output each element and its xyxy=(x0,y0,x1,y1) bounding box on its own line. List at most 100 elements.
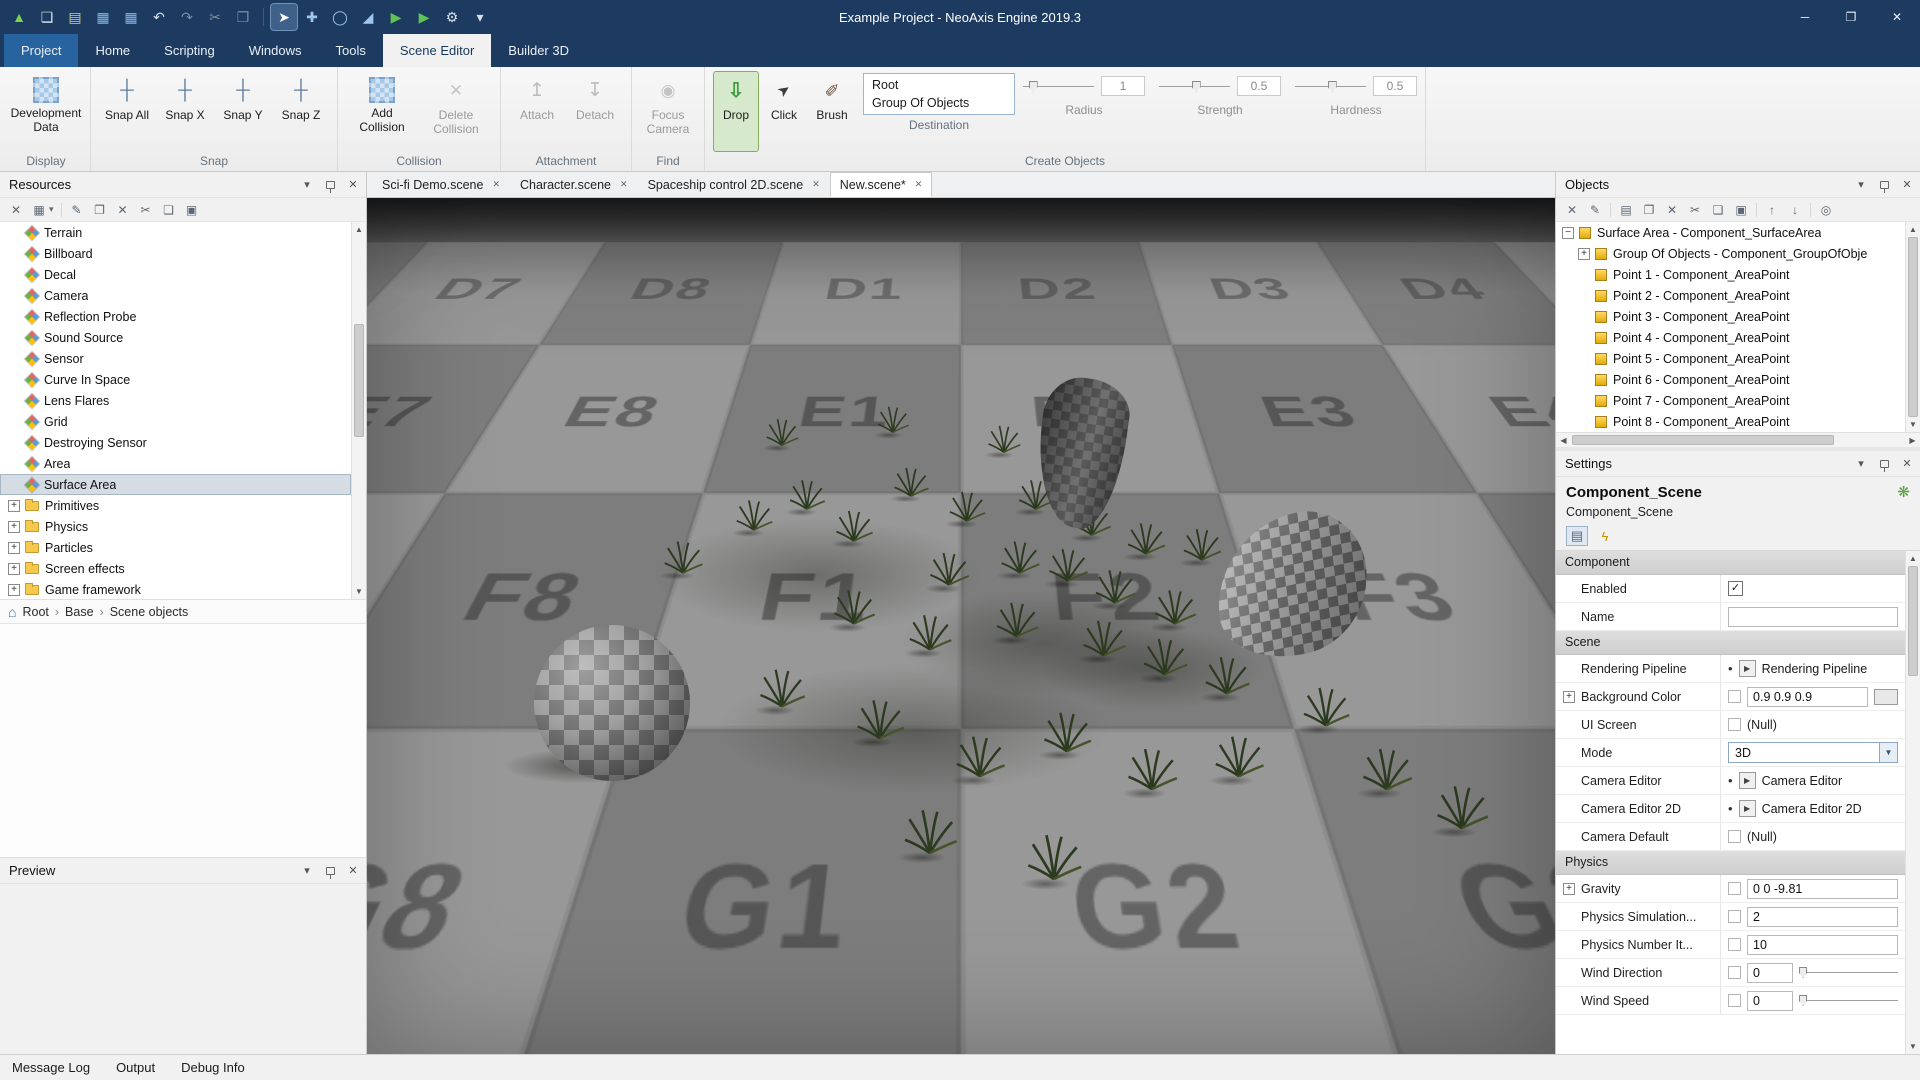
resources-item-surface-area[interactable]: Surface Area xyxy=(0,474,351,495)
objects-item-point-1-component-areapoint[interactable]: Point 1 - Component_AreaPoint xyxy=(1556,264,1905,285)
expander-icon[interactable]: − xyxy=(1562,227,1574,239)
tab-close-icon[interactable]: ✕ xyxy=(492,179,500,190)
resources-item-reflection-probe[interactable]: Reflection Probe xyxy=(0,306,351,327)
select-tool-icon[interactable]: ➤ xyxy=(271,4,297,30)
reference-button[interactable]: ▶ xyxy=(1739,772,1756,789)
value-box[interactable] xyxy=(1728,882,1741,895)
view-mode-icon[interactable]: ▦ xyxy=(31,202,47,218)
status-tab-output[interactable]: Output xyxy=(116,1060,155,1075)
scene-tab-character-scene[interactable]: Character.scene✕ xyxy=(510,172,638,197)
panel-menu-icon[interactable]: ▾ xyxy=(300,864,314,878)
resources-item-primitives[interactable]: +Primitives xyxy=(0,495,351,516)
cut-icon[interactable]: ✂ xyxy=(202,4,228,30)
resources-item-decal[interactable]: Decal xyxy=(0,264,351,285)
pin-icon[interactable] xyxy=(323,178,337,192)
value-input[interactable] xyxy=(1728,607,1898,627)
value-input[interactable]: 2 xyxy=(1747,907,1898,927)
value-input[interactable]: 0 xyxy=(1747,963,1793,983)
panel-close-icon[interactable]: ✕ xyxy=(1900,457,1914,471)
color-swatch[interactable] xyxy=(1874,689,1898,705)
reference-button[interactable]: ▶ xyxy=(1739,660,1756,677)
tab-close-icon[interactable]: ✕ xyxy=(620,179,628,190)
slider-value-box[interactable]: 0.5 xyxy=(1237,76,1281,96)
panel-close-icon[interactable]: ✕ xyxy=(1900,178,1914,192)
slider-value-box[interactable]: 0.5 xyxy=(1373,76,1417,96)
objects-item-surface-area-component-surfacearea[interactable]: −Surface Area - Component_SurfaceArea xyxy=(1556,222,1905,243)
objects-item-point-4-component-areapoint[interactable]: Point 4 - Component_AreaPoint xyxy=(1556,327,1905,348)
dropdown-arrow-icon[interactable]: ▾ xyxy=(49,204,54,215)
menu-tab-builder-3d[interactable]: Builder 3D xyxy=(491,34,586,67)
value-box[interactable] xyxy=(1728,718,1741,731)
scroll-left-icon[interactable]: ◀ xyxy=(1556,433,1571,447)
snap-y-button[interactable]: Snap Y xyxy=(215,71,271,152)
expander-icon[interactable]: + xyxy=(1563,883,1575,895)
panel-menu-icon[interactable]: ▾ xyxy=(1854,178,1868,192)
filter-icon[interactable]: ✕ xyxy=(1564,202,1580,218)
click-button[interactable]: Click xyxy=(761,71,807,152)
menu-tab-scene-editor[interactable]: Scene Editor xyxy=(383,34,491,67)
new-file-icon[interactable]: ❏ xyxy=(34,4,60,30)
breadcrumb-root[interactable]: Root xyxy=(22,605,48,619)
slider-handle[interactable] xyxy=(1328,81,1337,93)
objects-item-group-of-objects-component-groupofobje[interactable]: +Group Of Objects - Component_GroupOfObj… xyxy=(1556,243,1905,264)
objects-item-point-5-component-areapoint[interactable]: Point 5 - Component_AreaPoint xyxy=(1556,348,1905,369)
color-value[interactable]: 0.9 0.9 0.9 xyxy=(1747,687,1868,707)
close-button[interactable]: ✕ xyxy=(1874,0,1920,34)
list-icon[interactable]: ▤ xyxy=(1618,202,1634,218)
objects-item-point-3-component-areapoint[interactable]: Point 3 - Component_AreaPoint xyxy=(1556,306,1905,327)
panel-close-icon[interactable]: ✕ xyxy=(346,864,360,878)
resources-item-lens-flares[interactable]: Lens Flares xyxy=(0,390,351,411)
settings-scrollbar[interactable]: ▲ ▼ xyxy=(1905,551,1920,1054)
expander-icon[interactable]: + xyxy=(1563,691,1575,703)
maximize-button[interactable]: ❐ xyxy=(1828,0,1874,34)
objects-item-point-8-component-areapoint[interactable]: Point 8 - Component_AreaPoint xyxy=(1556,411,1905,432)
objects-scrollbar[interactable]: ▲ ▼ xyxy=(1905,222,1920,432)
expander-icon[interactable]: + xyxy=(8,542,20,554)
delete-icon[interactable]: ✕ xyxy=(1664,202,1680,218)
home-icon[interactable]: ⌂ xyxy=(8,604,16,620)
cut-icon[interactable]: ✂ xyxy=(138,202,154,218)
redo-icon[interactable]: ↷ xyxy=(174,4,200,30)
slider-track[interactable] xyxy=(1799,1000,1898,1001)
value-input[interactable]: 0 0 -9.81 xyxy=(1747,879,1898,899)
delete-collision-button[interactable]: Delete Collision xyxy=(420,71,492,152)
slider-track[interactable] xyxy=(1295,86,1366,87)
move-down-icon[interactable]: ↓ xyxy=(1787,202,1803,218)
open-project-icon[interactable]: ▤ xyxy=(62,4,88,30)
resources-item-game-framework[interactable]: +Game framework xyxy=(0,579,351,600)
value-box[interactable] xyxy=(1728,966,1741,979)
expander-icon[interactable]: + xyxy=(8,521,20,533)
value-box[interactable] xyxy=(1728,910,1741,923)
rotate-tool-icon[interactable]: ◯ xyxy=(327,4,353,30)
status-tab-message-log[interactable]: Message Log xyxy=(12,1060,90,1075)
copy-icon[interactable]: ❐ xyxy=(230,4,256,30)
snap-all-button[interactable]: Snap All xyxy=(99,71,155,152)
menu-tab-tools[interactable]: Tools xyxy=(318,34,382,67)
pin-icon[interactable] xyxy=(1877,457,1891,471)
status-tab-debug-info[interactable]: Debug Info xyxy=(181,1060,245,1075)
resources-item-screen-effects[interactable]: +Screen effects xyxy=(0,558,351,579)
resources-item-physics[interactable]: +Physics xyxy=(0,516,351,537)
clone-icon[interactable]: ❐ xyxy=(92,202,108,218)
scrollbar-thumb[interactable] xyxy=(1572,435,1834,445)
clone-icon[interactable]: ❐ xyxy=(1641,202,1657,218)
scene-objects-list-area[interactable] xyxy=(0,624,366,858)
expander-icon[interactable]: + xyxy=(8,500,20,512)
objects-hscrollbar[interactable]: ◀ ▶ xyxy=(1556,432,1920,447)
detach-button[interactable]: Detach xyxy=(567,71,623,152)
expander-icon[interactable]: + xyxy=(8,563,20,575)
value-box[interactable] xyxy=(1728,938,1741,951)
value-box[interactable] xyxy=(1728,690,1741,703)
play-icon[interactable]: ▶ xyxy=(383,4,409,30)
checkbox[interactable]: ✓ xyxy=(1728,581,1743,596)
delete-icon[interactable]: ✕ xyxy=(115,202,131,218)
preview-image-icon[interactable]: ▤ xyxy=(1566,526,1588,546)
pin-icon[interactable] xyxy=(323,864,337,878)
focus-camera-button[interactable]: Focus Camera xyxy=(640,71,696,152)
snap-x-button[interactable]: Snap X xyxy=(157,71,213,152)
panel-menu-icon[interactable]: ▾ xyxy=(300,178,314,192)
value-input[interactable]: 10 xyxy=(1747,935,1898,955)
resources-item-destroying-sensor[interactable]: Destroying Sensor xyxy=(0,432,351,453)
scroll-up-icon[interactable]: ▲ xyxy=(1906,222,1920,237)
value-box[interactable] xyxy=(1728,994,1741,1007)
